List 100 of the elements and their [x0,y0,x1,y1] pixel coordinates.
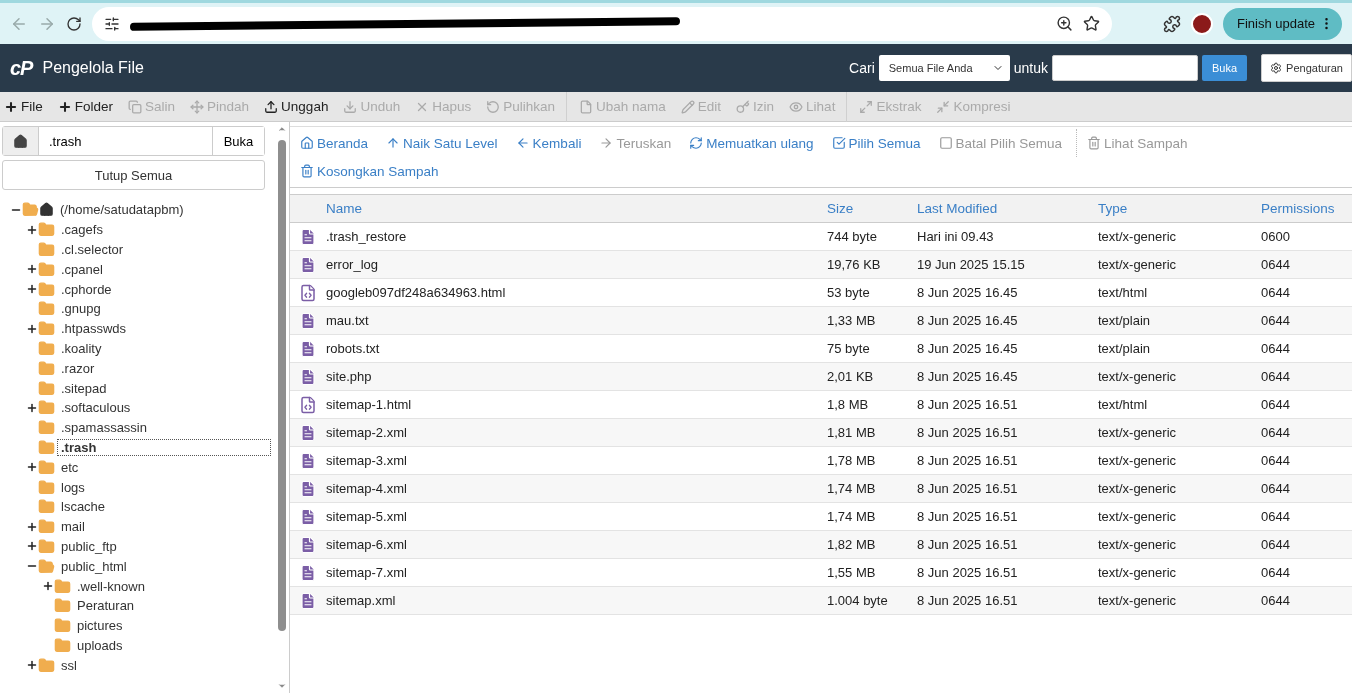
folder-item[interactable]: logs [57,478,89,496]
home-icon [13,133,28,149]
expand-icon[interactable] [26,520,38,533]
home-button[interactable] [3,127,39,155]
open-path-button[interactable]: Buka [212,127,264,155]
folder-item[interactable]: .cpanel [57,260,107,278]
file-row[interactable]: sitemap-4.xml 1,74 MB 8 Jun 2025 16.51 text/x-generic 0644 [290,475,1352,503]
folder-item[interactable]: .well-known [73,577,149,595]
star-icon[interactable] [1083,15,1100,32]
empty-box-icon [938,136,953,150]
file-row[interactable]: sitemap-6.xml 1,82 MB 8 Jun 2025 16.51 text/x-generic 0644 [290,531,1352,559]
folder-item[interactable]: Peraturan [73,597,139,615]
plus-icon [57,99,72,114]
folder-item[interactable]: .htpasswds [57,320,131,338]
expand-icon[interactable] [26,461,38,474]
folder-item[interactable]: .razor [57,359,99,377]
folder-item[interactable]: pictures [73,617,127,635]
folder-item[interactable]: .sitepad [57,379,111,397]
folder-item[interactable]: etc [57,458,83,476]
file-row[interactable]: sitemap.xml 1.004 byte 8 Jun 2025 16.51 text/x-generic 0644 [290,587,1352,615]
folder-item[interactable]: ssl [57,656,81,674]
scroll-down-icon[interactable] [277,681,287,691]
table-cell-text: 8 Jun 2025 16.45 [917,341,1019,356]
toolbar-button[interactable]: File [0,91,54,122]
folder-item[interactable]: .cl.selector [57,241,128,258]
file-row[interactable]: mau.txt 1,33 MB 8 Jun 2025 16.45 text/plain 0644 [290,307,1352,335]
extension-icon[interactable] [1162,14,1181,33]
text-file-icon [299,451,317,470]
expand-icon[interactable] [42,580,54,593]
expand-icon[interactable] [26,223,38,236]
expand-icon[interactable] [26,540,38,553]
folder-item[interactable]: uploads [73,636,127,654]
path-field[interactable]: .trash Buka [2,126,265,156]
settings-icon [1270,62,1283,74]
expand-icon[interactable] [26,283,38,296]
trash-icon [1087,136,1102,150]
folder-icon [38,458,55,476]
scroll-up-icon[interactable] [277,124,287,134]
folder-item[interactable]: .trash [57,438,271,456]
table-cell-text: 1,8 MB [827,397,870,412]
action-button[interactable]: Naik Satu Level [382,129,506,157]
finish-update-button[interactable]: Finish update [1222,7,1342,40]
folder-item[interactable]: .cphorde [57,280,116,298]
column-header[interactable]: Name [326,201,827,216]
folder-item[interactable]: .gnupg [57,300,105,318]
reload-icon[interactable] [66,15,82,32]
logo: cP [10,56,33,80]
file-row[interactable]: error_log 19,76 KB 19 Jun 2025 15.15 text/x-generic 0644 [290,251,1352,279]
table-cell-text: 8 Jun 2025 16.51 [917,397,1019,412]
toolbar-button[interactable]: Unggah [260,91,340,122]
avatar[interactable] [1190,12,1213,35]
table-cell-text: 8 Jun 2025 16.51 [917,425,1019,440]
scope-select[interactable]: Semua File Anda [878,55,1010,81]
toolbar-button[interactable]: Folder [53,91,125,122]
site-settings-icon[interactable] [104,15,120,32]
folder-item[interactable]: .cagefs [57,221,107,239]
collapse-all-button[interactable]: Tutup Semua [2,160,265,190]
home-icon [39,202,54,218]
table-cell-text: text/html [1098,285,1149,300]
folder-item[interactable]: (/home/satudatapbm) [56,201,188,219]
action-button[interactable]: Kembali [511,129,590,157]
table-cell-text: text/x-generic [1098,425,1178,440]
settings-button[interactable]: Pengaturan [1261,54,1352,82]
action-button[interactable]: Kosongkan Sampah [296,157,447,185]
folder-icon [38,438,55,456]
text-file-icon [299,535,317,554]
text-file-icon [299,479,317,498]
text-file-icon [299,367,317,386]
folder-item[interactable]: .softaculous [57,399,135,417]
action-button[interactable]: Memuatkan ulang [685,129,822,157]
table-cell-text: text/x-generic [1098,369,1178,384]
folder-icon [38,379,55,397]
address-bar[interactable] [92,6,1112,41]
file-row[interactable]: site.php 2,01 KB 8 Jun 2025 16.45 text/x-generic 0644 [290,363,1352,391]
column-header[interactable]: Size [827,201,917,216]
zoom-icon[interactable] [1056,15,1073,32]
folder-icon [38,320,55,338]
expand-icon[interactable] [26,659,38,672]
folder-item[interactable]: public_html [57,557,131,575]
folder-item[interactable]: .spamassassin [57,419,151,437]
search-field[interactable] [1052,55,1199,81]
folder-item[interactable]: public_ftp [57,537,121,555]
expand-icon[interactable] [26,401,38,414]
action-button[interactable]: Pilih Semua [827,129,929,157]
column-header[interactable]: Permissions [1261,201,1352,216]
folder-item[interactable]: mail [57,518,89,536]
table-cell-text: text/x-generic [1098,257,1178,272]
folder-item[interactable]: .koality [57,339,106,357]
action-button[interactable]: Beranda [296,129,377,157]
right-arrow-icon [599,136,614,150]
expand-icon[interactable] [26,263,38,276]
table-cell-text: text/x-generic [1098,537,1178,552]
expand-icon[interactable] [26,322,38,335]
table-cell-text: 19 Jun 2025 15.15 [917,257,1026,272]
file-row[interactable]: sitemap-2.xml 1,81 MB 8 Jun 2025 16.51 text/x-generic 0644 [290,419,1352,447]
column-header[interactable]: Last Modified [917,201,1098,216]
column-header[interactable]: Type [1098,201,1261,216]
text-file-icon [299,591,317,610]
folder-item[interactable]: lscache [57,498,110,516]
table-cell-text: 0644 [1261,565,1291,580]
